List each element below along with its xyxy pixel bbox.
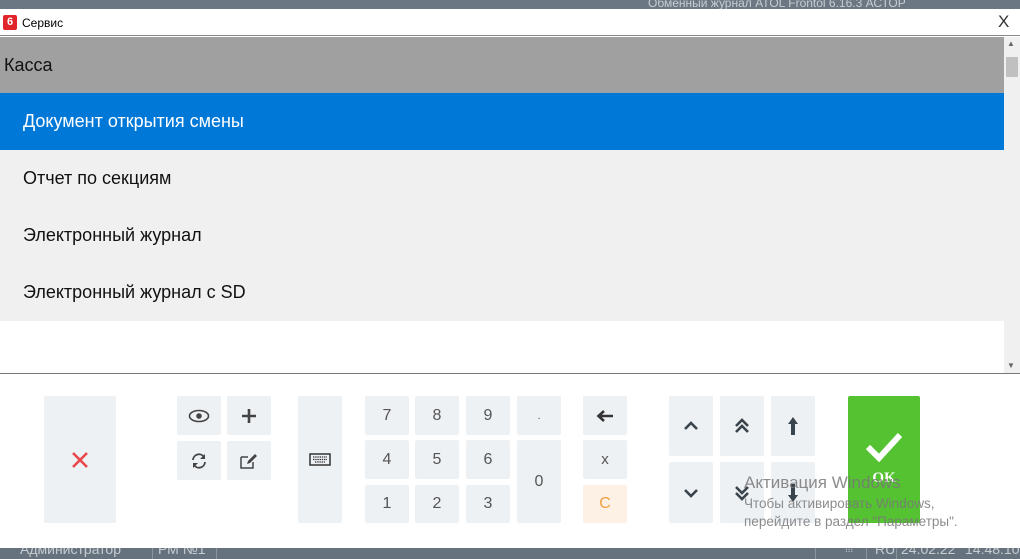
chevron-down-icon bbox=[684, 488, 698, 498]
edit-button[interactable] bbox=[227, 441, 271, 480]
dialog-title: Сервис bbox=[22, 16, 64, 30]
app-caption: Обменный журнал ATOL Frontol 6.16.3 АСТО… bbox=[648, 0, 906, 9]
digit-0-button[interactable]: 0 bbox=[517, 440, 561, 523]
scrollbar[interactable]: ▲ ▼ bbox=[1004, 37, 1020, 373]
refresh-button[interactable] bbox=[177, 441, 221, 480]
status-lang: RU bbox=[875, 548, 896, 557]
digit-3-button[interactable]: 3 bbox=[466, 485, 510, 523]
list-item[interactable]: Электронный журнал bbox=[0, 207, 1004, 264]
digit-2-button[interactable]: 2 bbox=[415, 485, 459, 523]
page-up-button[interactable] bbox=[720, 396, 764, 456]
digit-8-button[interactable]: 8 bbox=[415, 396, 459, 435]
watermark-line: Чтобы активировать Windows, bbox=[744, 496, 935, 511]
digit-6-button[interactable]: 6 bbox=[466, 440, 510, 479]
status-workplace: РМ №1 bbox=[158, 548, 206, 557]
arrow-up-bold-icon bbox=[788, 417, 798, 435]
backspace-button[interactable] bbox=[583, 396, 627, 435]
list-item[interactable]: Электронный журнал с SD bbox=[0, 264, 1004, 321]
cancel-x-icon bbox=[72, 451, 88, 468]
background-app-header: Обменный журнал ATOL Frontol 6.16.3 АСТО… bbox=[0, 0, 1020, 9]
down-button[interactable] bbox=[669, 462, 713, 523]
digit-4-button[interactable]: 4 bbox=[365, 440, 409, 479]
status-date: 24.02.22 bbox=[901, 548, 956, 557]
arrow-left-icon bbox=[596, 409, 613, 422]
keyboard-button[interactable] bbox=[298, 396, 342, 523]
windows-activation-watermark: Активация Windows Чтобы активировать Win… bbox=[744, 473, 958, 529]
service-dialog: 6 Сервис X Касса Документ открытия смены… bbox=[0, 9, 1020, 548]
edit-icon bbox=[240, 453, 257, 469]
scroll-down-icon[interactable]: ▼ bbox=[1007, 361, 1015, 370]
app-icon: 6 bbox=[3, 15, 17, 30]
digit-9-button[interactable]: 9 bbox=[466, 396, 510, 435]
network-icon: ⁞⁞⁞ bbox=[845, 548, 854, 555]
digit-7-button[interactable]: 7 bbox=[365, 396, 409, 435]
service-list: Касса Документ открытия смены Отчет по с… bbox=[0, 37, 1004, 373]
double-chevron-up-icon bbox=[735, 418, 749, 433]
cancel-button[interactable] bbox=[44, 396, 116, 523]
list-item[interactable]: Отчет по секциям bbox=[0, 150, 1004, 207]
divider bbox=[0, 373, 1020, 374]
digit-1-button[interactable]: 1 bbox=[365, 485, 409, 523]
refresh-icon bbox=[192, 452, 206, 469]
digit-5-button[interactable]: 5 bbox=[415, 440, 459, 479]
keyboard-icon bbox=[309, 453, 331, 466]
status-user: Администратор bbox=[20, 548, 122, 557]
status-time: 14:48:10 bbox=[965, 548, 1020, 557]
view-button[interactable] bbox=[177, 396, 221, 435]
watermark-title: Активация Windows bbox=[744, 473, 901, 492]
watermark-line: перейдите в раздел "Параметры". bbox=[744, 514, 958, 529]
close-button[interactable]: X bbox=[998, 12, 1009, 32]
multiply-button[interactable]: x bbox=[583, 440, 627, 479]
list-item[interactable]: Документ открытия смены bbox=[0, 93, 1004, 150]
chevron-up-icon bbox=[684, 421, 698, 430]
status-bar: Администратор РМ №1 ⁞⁞⁞ RU 24.02.22 14:4… bbox=[0, 548, 1020, 559]
dot-button[interactable]: . bbox=[517, 396, 561, 435]
up-button[interactable] bbox=[669, 396, 713, 456]
scroll-thumb[interactable] bbox=[1006, 57, 1018, 77]
clear-button[interactable]: C bbox=[583, 485, 627, 523]
checkmark-icon bbox=[865, 432, 903, 462]
eye-icon bbox=[188, 409, 210, 422]
plus-icon bbox=[242, 408, 256, 423]
top-button[interactable] bbox=[771, 396, 815, 456]
group-header[interactable]: Касса bbox=[0, 37, 1004, 93]
title-bar: 6 Сервис X bbox=[0, 9, 1020, 36]
scroll-up-icon[interactable]: ▲ bbox=[1007, 39, 1015, 48]
add-button[interactable] bbox=[227, 396, 271, 435]
